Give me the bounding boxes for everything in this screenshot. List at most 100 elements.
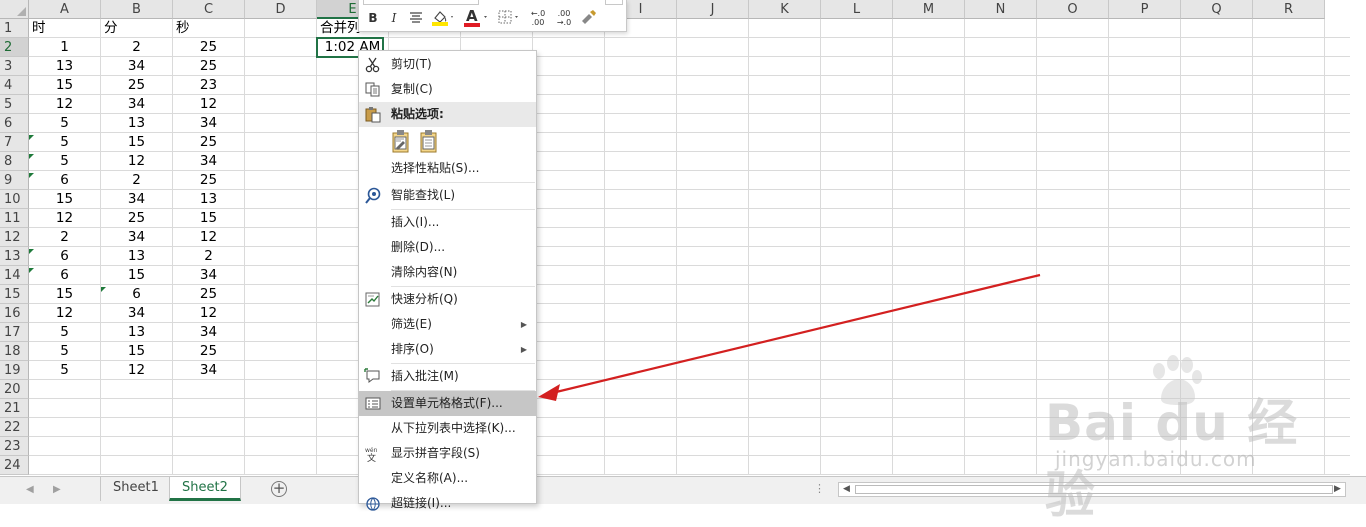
menu-item-delete[interactable]: 删除(D)... [359,235,536,260]
next-sheet-icon[interactable]: ▶ [53,484,63,496]
row-header-7[interactable]: 7 [0,133,29,152]
cell-c7[interactable]: 25 [173,133,244,152]
cell-b3[interactable]: 34 [101,57,172,76]
cell-c5[interactable]: 12 [173,95,244,114]
cell-c10[interactable]: 13 [173,190,244,209]
cell-b17[interactable]: 13 [101,323,172,342]
paste-option-values-button[interactable] [418,129,440,153]
cell-c1-header[interactable]: 秒 [173,19,244,38]
cell-a8[interactable]: 5 [29,152,100,171]
column-header-a[interactable]: A [29,0,101,19]
menu-item-insert[interactable]: 插入(I)... [359,210,536,235]
error-indicator-icon[interactable] [101,287,106,292]
cell-a4[interactable]: 15 [29,76,100,95]
column-header-p[interactable]: P [1109,0,1181,19]
column-header-k[interactable]: K [749,0,821,19]
cell-a19[interactable]: 5 [29,361,100,380]
row-header-22[interactable]: 22 [0,418,29,437]
bold-button[interactable]: B [364,9,382,27]
cell-c16[interactable]: 12 [173,304,244,323]
cell-a3[interactable]: 13 [29,57,100,76]
cell-c8[interactable]: 34 [173,152,244,171]
prev-sheet-icon[interactable]: ◀ [26,484,36,496]
cell-a13[interactable]: 6 [29,247,100,266]
cell-a16[interactable]: 12 [29,304,100,323]
column-header-l[interactable]: L [821,0,893,19]
add-sheet-button[interactable]: + [271,481,287,497]
cell-b4[interactable]: 25 [101,76,172,95]
scroll-left-icon[interactable]: ◀ [840,483,853,496]
column-header-o[interactable]: O [1037,0,1109,19]
cell-a7[interactable]: 5 [29,133,100,152]
error-indicator-icon[interactable] [29,173,34,178]
italic-button[interactable]: I [386,9,402,27]
cell-b1-header[interactable]: 分 [101,19,172,38]
select-all-corner[interactable] [0,0,29,19]
cell-b9[interactable]: 2 [101,171,172,190]
row-header-11[interactable]: 11 [0,209,29,228]
menu-item-pick-from-list[interactable]: 从下拉列表中选择(K)... [359,416,536,441]
column-header-b[interactable]: B [101,0,173,19]
cell-b8[interactable]: 12 [101,152,172,171]
scrollbar-thumb[interactable] [855,485,1333,494]
menu-item-format-cells[interactable]: 设置单元格格式(F)... [359,391,536,416]
cell-c15[interactable]: 25 [173,285,244,304]
cell-b14[interactable]: 15 [101,266,172,285]
column-header-q[interactable]: Q [1181,0,1253,19]
cell-b11[interactable]: 25 [101,209,172,228]
align-center-button[interactable] [407,9,425,27]
increase-decimal-button[interactable]: ←.0.00 [527,9,549,27]
column-header-n[interactable]: N [965,0,1037,19]
column-header-c[interactable]: C [173,0,245,19]
row-header-6[interactable]: 6 [0,114,29,133]
menu-item-insert-comment[interactable]: 插入批注(M) [359,364,536,389]
row-header-18[interactable]: 18 [0,342,29,361]
horizontal-scrollbar[interactable]: ◀ ▶ [838,482,1346,497]
spreadsheet-grid[interactable]: ABCDEFGHIJKLMNOPQR 123456789101112131415… [0,0,1366,476]
cell-a5[interactable]: 12 [29,95,100,114]
row-header-20[interactable]: 20 [0,380,29,399]
cell-b5[interactable]: 34 [101,95,172,114]
cell-a1-header[interactable]: 时 [29,19,100,38]
column-header-r[interactable]: R [1253,0,1325,19]
cell-a2[interactable]: 1 [29,38,100,57]
cell-a10[interactable]: 15 [29,190,100,209]
error-indicator-icon[interactable] [29,268,34,273]
row-header-23[interactable]: 23 [0,437,29,456]
menu-item-clear-contents[interactable]: 清除内容(N) [359,260,536,285]
row-header-1[interactable]: 1 [0,19,29,38]
row-header-19[interactable]: 19 [0,361,29,380]
cell-c9[interactable]: 25 [173,171,244,190]
cell-b2[interactable]: 2 [101,38,172,57]
menu-item-smart-lookup[interactable]: 智能查找(L) [359,183,536,208]
cell-c3[interactable]: 25 [173,57,244,76]
font-size-field[interactable] [605,0,623,5]
menu-item-copy[interactable]: 复制(C) [359,77,536,102]
borders-button[interactable] [497,9,521,27]
menu-item-quick-analysis[interactable]: 快速分析(Q) [359,287,536,312]
row-header-8[interactable]: 8 [0,152,29,171]
paste-option-formulas-button[interactable] [390,129,412,153]
column-header-m[interactable]: M [893,0,965,19]
cell-b18[interactable]: 15 [101,342,172,361]
error-indicator-icon[interactable] [29,154,34,159]
row-header-5[interactable]: 5 [0,95,29,114]
row-header-21[interactable]: 21 [0,399,29,418]
cell-b10[interactable]: 34 [101,190,172,209]
row-header-24[interactable]: 24 [0,456,29,475]
row-header-10[interactable]: 10 [0,190,29,209]
cell-a17[interactable]: 5 [29,323,100,342]
cell-c13[interactable]: 2 [173,247,244,266]
cell-c17[interactable]: 34 [173,323,244,342]
row-header-13[interactable]: 13 [0,247,29,266]
error-indicator-icon[interactable] [29,135,34,140]
cell-c6[interactable]: 34 [173,114,244,133]
cell-a18[interactable]: 5 [29,342,100,361]
sheet-tab-sheet1[interactable]: Sheet1 [100,477,172,501]
row-header-9[interactable]: 9 [0,171,29,190]
cell-c14[interactable]: 34 [173,266,244,285]
font-color-button[interactable]: A [462,7,490,27]
row-header-14[interactable]: 14 [0,266,29,285]
cell-a15[interactable]: 15 [29,285,100,304]
scroll-right-icon[interactable]: ▶ [1331,483,1344,496]
